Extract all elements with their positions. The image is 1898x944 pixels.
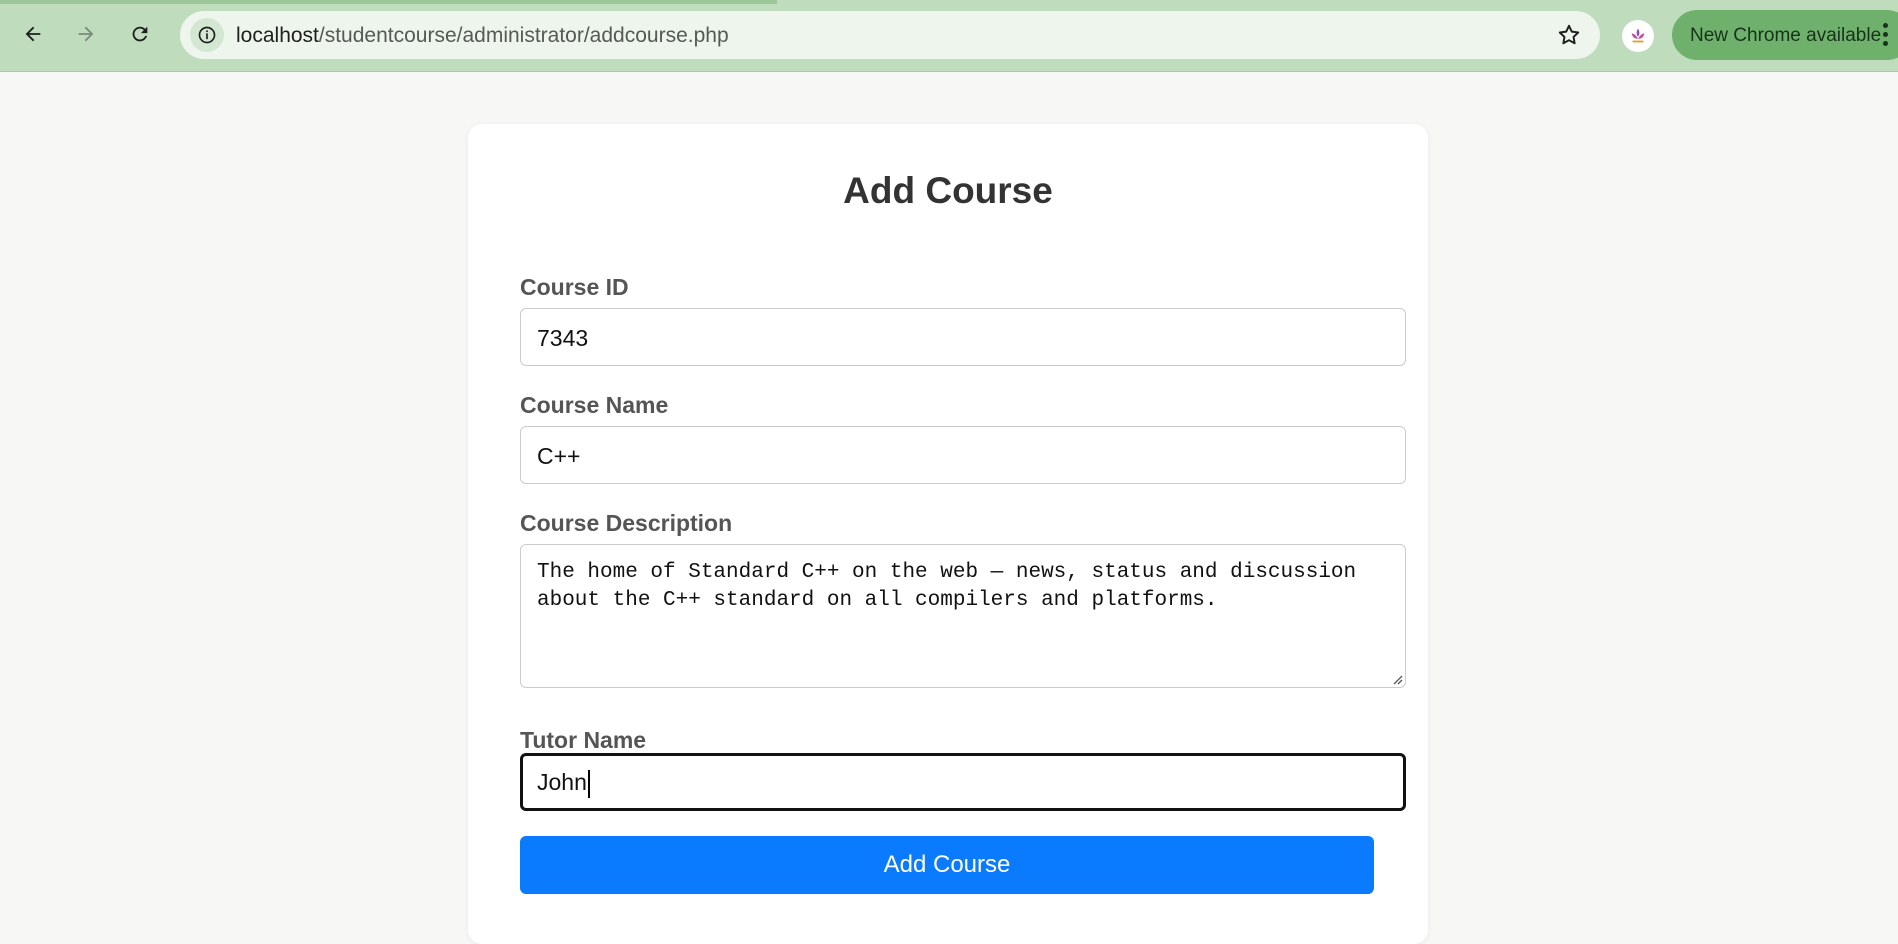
update-chrome-button[interactable]: New Chrome available	[1672, 10, 1898, 60]
reload-icon	[132, 26, 148, 42]
tutor-name-value: John	[537, 769, 587, 795]
page-body: Add Course Course ID 7343 Course Name C+…	[0, 72, 1898, 944]
address-bar[interactable]: localhost/studentcourse/administrator/ad…	[180, 11, 1600, 59]
url-host: localhost	[236, 24, 319, 47]
arrow-right-icon	[78, 26, 94, 42]
tutor-name-label: Tutor Name	[520, 727, 647, 753]
more-vert-icon	[1883, 23, 1889, 50]
url-text: localhost/studentcourse/administrator/ad…	[236, 24, 729, 48]
text-caret	[587, 769, 590, 798]
course-id-input[interactable]: 7343	[520, 308, 1406, 366]
avatar-icon	[1631, 28, 1645, 43]
site-info-button[interactable]	[190, 18, 224, 52]
page-load-progress	[0, 0, 777, 4]
arrow-left-icon	[25, 26, 41, 42]
course-description-textarea[interactable]: The home of Standard C++ on the web — ne…	[520, 544, 1406, 688]
resize-grip-icon[interactable]	[1391, 673, 1403, 685]
browser-toolbar: localhost/studentcourse/administrator/ad…	[0, 0, 1898, 72]
course-id-label: Course ID	[520, 274, 629, 300]
profile-avatar[interactable]	[1622, 20, 1654, 52]
course-description-text: The home of Standard C++ on the web — ne…	[537, 561, 1357, 612]
reload-button[interactable]	[123, 17, 157, 51]
tutor-name-input[interactable]: John	[520, 753, 1406, 811]
form-title: Add Course	[843, 170, 1053, 211]
course-name-label: Course Name	[520, 392, 669, 418]
course-name-input[interactable]: C++	[520, 426, 1406, 484]
bookmark-button[interactable]	[1556, 22, 1582, 53]
forward-button[interactable]	[69, 17, 103, 51]
add-course-button[interactable]: Add Course	[520, 836, 1374, 894]
add-course-form: Add Course Course ID 7343 Course Name C+…	[468, 124, 1428, 944]
star-icon	[1558, 24, 1580, 45]
update-chrome-label: New Chrome available	[1690, 25, 1882, 46]
course-description-label: Course Description	[520, 510, 733, 536]
info-icon	[198, 26, 216, 44]
back-button[interactable]	[16, 17, 50, 51]
url-path: /studentcourse/administrator/addcourse.p…	[318, 24, 729, 47]
